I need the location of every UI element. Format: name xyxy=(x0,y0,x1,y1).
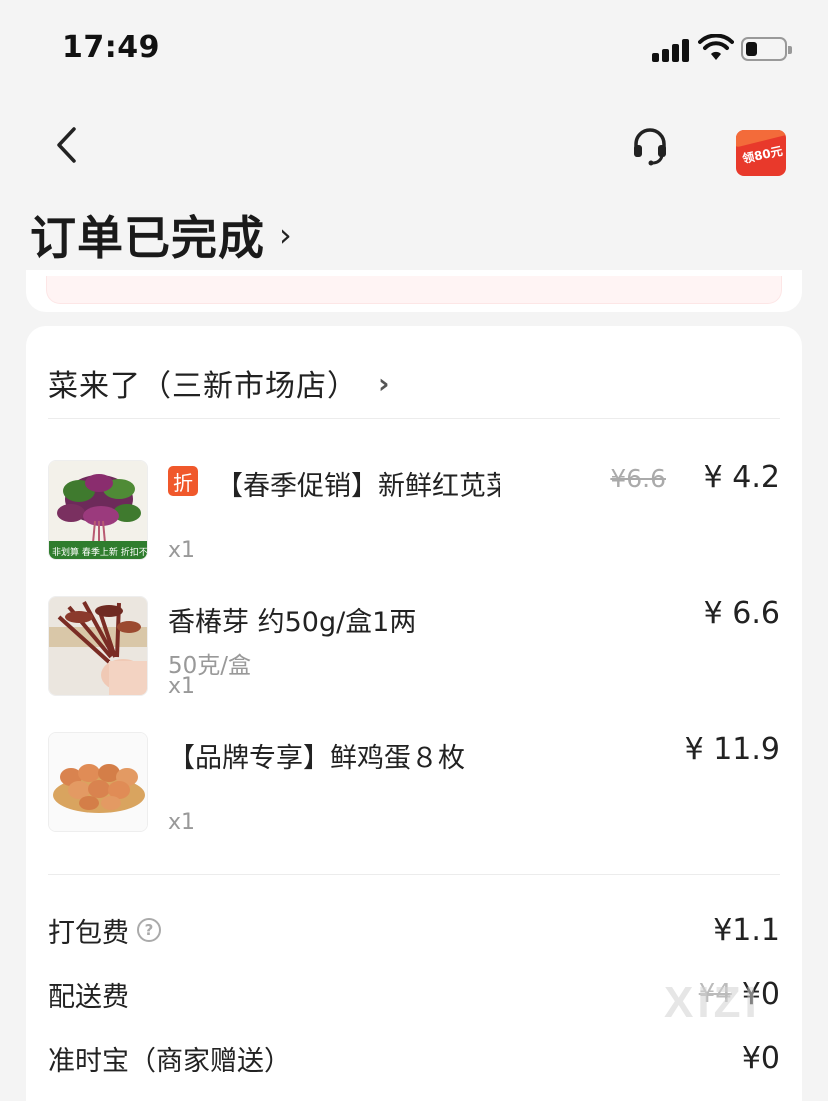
item-price: ¥ 6.6 xyxy=(703,596,780,631)
thumb-caption: 非划算 春季上新 折扣不停 xyxy=(52,546,148,558)
chevron-right-icon: › xyxy=(378,366,390,400)
product-image: 非划算 春季上新 折扣不停 xyxy=(48,460,148,560)
store-name: 菜来了（三新市场店） xyxy=(48,369,358,404)
battery-icon xyxy=(741,37,792,61)
item-quantity: x1 xyxy=(168,538,196,563)
battery-level xyxy=(746,42,757,56)
order-status-header[interactable]: 订单已完成 › xyxy=(30,200,292,270)
back-button[interactable] xyxy=(44,120,88,170)
fee-label: 配送费 xyxy=(48,981,129,1013)
red-amaranth-image: 非划算 春季上新 折扣不停 xyxy=(49,461,148,559)
status-banner xyxy=(46,276,782,304)
item-price: ¥ 4.2 xyxy=(703,460,780,495)
headset-icon xyxy=(634,128,666,166)
red-packet-icon: 领80元 xyxy=(736,130,786,176)
divider xyxy=(48,874,780,875)
chevron-left-icon xyxy=(57,127,76,163)
store-header[interactable]: 菜来了（三新市场店） › xyxy=(48,348,780,418)
fee-label: 打包费 xyxy=(48,917,129,949)
item-price: ¥ 11.9 xyxy=(684,732,780,767)
help-icon[interactable]: ? xyxy=(137,918,161,942)
order-item[interactable]: 【品牌专享】鲜鸡蛋８枚 ¥ 11.9 x1 xyxy=(48,732,780,842)
packaging-fee-row: 打包费 ? ¥1.1 xyxy=(48,908,780,952)
status-bar: 17:49 xyxy=(0,0,828,96)
cellular-signal-icon xyxy=(652,38,692,62)
order-item[interactable]: 香椿芽 约50g/盒1两 50克/盒 ¥ 6.6 x1 xyxy=(48,596,780,706)
item-name: 香椿芽 约50g/盒1两 xyxy=(168,607,417,638)
toon-sprouts-image xyxy=(49,597,147,695)
item-name: 【春季促销】新鲜红苋菜（红… xyxy=(216,471,500,502)
eggs-image xyxy=(49,733,147,831)
fee-value: ¥1.1 xyxy=(713,912,780,948)
product-image xyxy=(48,596,148,696)
item-original-price: ¥6.6 xyxy=(610,464,666,493)
status-card-bottom xyxy=(26,270,802,312)
page-title: 订单已完成 xyxy=(30,211,265,265)
fee-label: 准时宝（商家赠送） xyxy=(48,1045,291,1077)
item-quantity: x1 xyxy=(168,810,196,835)
order-item[interactable]: 非划算 春季上新 折扣不停 折 【春季促销】新鲜红苋菜（红… ¥6.6 ¥ 4.… xyxy=(48,460,780,570)
coupon-gift-button[interactable]: 领80元 xyxy=(734,120,790,178)
fee-value: ¥0 xyxy=(741,1040,780,1076)
divider xyxy=(48,418,780,419)
customer-service-button[interactable] xyxy=(626,122,674,170)
on-time-guarantee-row: 准时宝（商家赠送） ¥0 xyxy=(48,1036,780,1080)
status-time: 17:49 xyxy=(62,30,160,65)
product-image xyxy=(48,732,148,832)
watermark: XIZI xyxy=(664,978,761,1027)
coupon-label: 领80元 xyxy=(741,143,784,167)
item-quantity: x1 xyxy=(168,674,196,699)
wifi-icon xyxy=(698,34,734,60)
item-name: 【品牌专享】鲜鸡蛋８枚 xyxy=(168,743,465,774)
discount-badge: 折 xyxy=(168,466,198,496)
chevron-right-icon: › xyxy=(279,216,292,254)
